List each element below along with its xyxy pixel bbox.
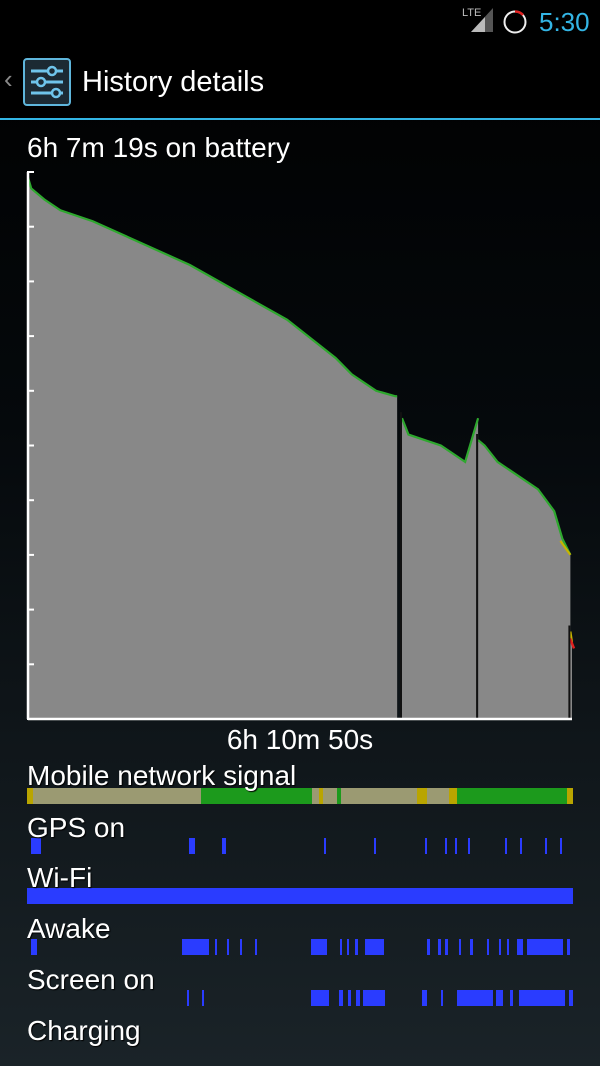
timeline-segment [323,788,337,804]
timeline-segment [202,990,204,1006]
timeline-segment [27,888,573,904]
timeline-segment [560,838,562,854]
timeline-segment [517,939,523,955]
timeline-segment [425,838,427,854]
wifi-timeline [27,888,573,904]
timeline-segment [567,939,570,955]
action-bar: ‹ History details [0,42,600,120]
timeline-segment [240,939,242,955]
row-label-wifi: Wi-Fi [27,862,93,893]
timeline-segment [449,788,457,804]
timeline-segment [189,838,195,854]
timeline-segment [505,838,507,854]
timeline-segment [445,838,447,854]
timeline-segment [422,990,427,1006]
signal-strength-icon [471,8,493,32]
timeline-segment [374,838,376,854]
timeline-segment [187,990,189,1006]
settings-sliders-icon [23,58,71,106]
timeline-segment [355,939,358,955]
timeline-segment [373,788,417,804]
row-label-gps: GPS on [27,812,126,843]
timeline-segment [445,939,448,955]
timeline-segment [311,990,329,1006]
timeline-segment [324,838,326,854]
up-navigation-button[interactable]: ‹ [0,42,78,118]
row-label-mobile-signal: Mobile network signal [27,760,297,791]
timeline-segment [438,939,441,955]
timeline-segment [457,990,493,1006]
timeline-segment [348,990,351,1006]
timeline-segment [459,939,461,955]
row-label-screen-on: Screen on [27,964,155,995]
timeline-segment [455,838,457,854]
timeline-segment [520,838,522,854]
timeline-segment [427,788,449,804]
page-title: History details [82,66,265,98]
timeline-segment [356,990,360,1006]
timeline-segment [347,939,349,955]
timeline-segment [567,788,573,804]
timeline-segment [519,990,565,1006]
timeline-segment [457,788,567,804]
time-span-label: 6h 10m 50s [226,724,374,755]
battery-history-graph [26,171,576,721]
timeline-segment [311,939,327,955]
action-bar-divider [0,118,600,120]
timeline-segment [427,939,430,955]
timeline-segment [499,939,501,955]
timeline-segment [569,990,573,1006]
timeline-segment [468,838,470,854]
battery-charging-icon [503,10,527,34]
status-clock: 5:30 [539,7,590,37]
timeline-segment [182,939,209,955]
timeline-segment [470,939,473,955]
timeline-segment [487,939,489,955]
battery-area-fill [478,440,571,719]
timeline-segment [417,788,427,804]
timeline-segment [507,939,509,955]
timeline-segment [255,939,257,955]
timeline-segment [341,788,373,804]
timeline-segment [510,990,513,1006]
timeline-segment [340,939,342,955]
timeline-segment [496,990,503,1006]
timeline-segment [363,990,385,1006]
timeline-segment [527,939,563,955]
row-label-awake: Awake [27,913,111,944]
timeline-segment [227,939,229,955]
status-bar: LTE 5:30 [0,0,600,42]
timeline-segment [215,939,217,955]
timeline-segment [545,838,547,854]
timeline-segment [365,939,384,955]
chevron-left-icon: ‹ [4,64,13,94]
timeline-segment [222,838,226,854]
row-label-charging: Charging [27,1015,141,1046]
battery-area-fill [402,418,479,719]
timeline-segment [312,788,319,804]
timeline-segment [339,990,343,1006]
timeline-segment [441,990,443,1006]
battery-area-fill [28,177,398,720]
